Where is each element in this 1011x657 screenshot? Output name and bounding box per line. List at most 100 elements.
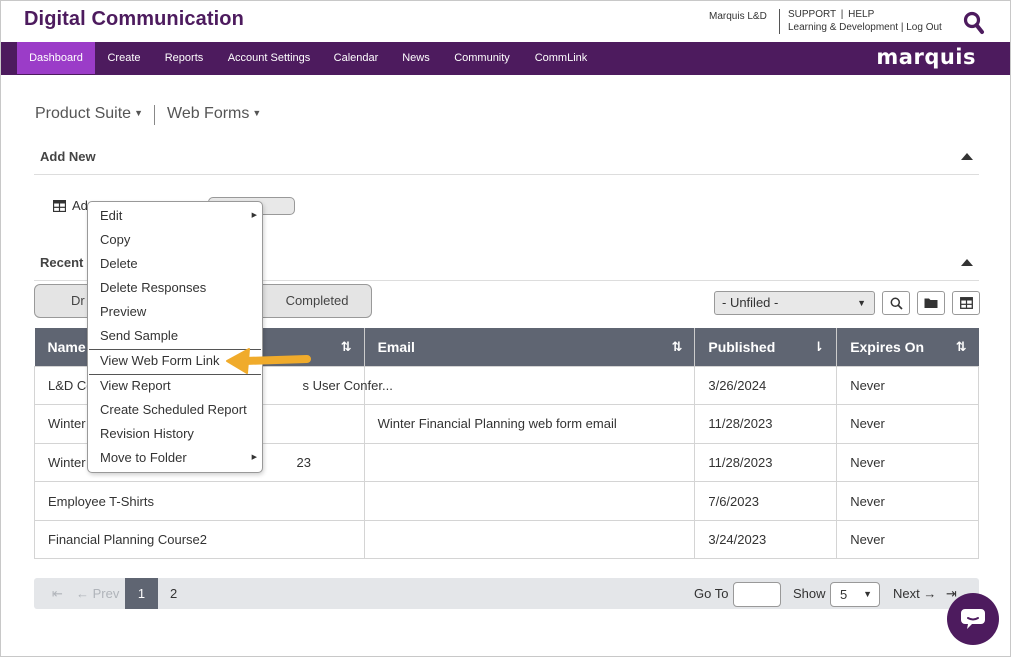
menu-item-view-report[interactable]: View Report — [88, 374, 262, 398]
sort-icon[interactable]: ⇅ — [341, 339, 352, 355]
brand-logo: marquis — [876, 45, 976, 69]
chat-button[interactable] — [947, 593, 999, 645]
sort-descending-icon[interactable]: ⇂ — [813, 339, 824, 355]
context-menu: Edit ▶ Copy Delete Delete Responses Previ… — [87, 201, 263, 473]
search-icon[interactable] — [963, 11, 985, 35]
sort-icon[interactable]: ⇅ — [671, 339, 682, 355]
nav-create[interactable]: Create — [99, 42, 149, 74]
submenu-arrow-icon: ▶ — [251, 212, 257, 219]
org-link[interactable]: Marquis L&D — [709, 11, 767, 22]
menu-item-delete-responses[interactable]: Delete Responses — [88, 276, 262, 300]
breadcrumb-divider — [154, 105, 155, 125]
product-suite-label: Product Suite — [35, 105, 132, 122]
folder-button[interactable] — [917, 291, 945, 315]
table-row[interactable]: Financial Planning Course2 3/24/2023 Nev… — [34, 519, 979, 560]
first-page-icon[interactable]: ⇤ — [52, 578, 63, 609]
menu-item-move-to-folder[interactable]: Move to Folder ▶ — [88, 446, 262, 470]
menu-item-delete[interactable]: Delete — [88, 252, 262, 276]
cell-published: 3/24/2023 — [694, 519, 838, 560]
nav-dashboard[interactable]: Dashboard — [17, 42, 95, 74]
menu-item-label: Edit — [100, 208, 123, 223]
app-title: Digital Communication — [24, 8, 244, 30]
collapse-up-icon[interactable] — [961, 259, 973, 266]
nav-calendar[interactable]: Calendar — [329, 42, 383, 74]
col-header-email[interactable]: Email ⇅ — [364, 328, 696, 366]
chat-bubble-icon — [961, 609, 985, 629]
menu-item-copy[interactable]: Copy — [88, 228, 262, 252]
search-button[interactable] — [882, 291, 910, 315]
folder-select-value: - Unfiled - — [722, 295, 779, 310]
menu-item-create-scheduled-report[interactable]: Create Scheduled Report — [88, 398, 262, 422]
recent-heading: Recent — [40, 255, 84, 270]
col-header-published[interactable]: Published ⇂ — [694, 328, 838, 366]
col-header-label: Published — [708, 338, 776, 355]
cell-name-text: Winter — [48, 416, 86, 432]
cell-name[interactable]: Financial Planning Course2 — [34, 519, 365, 560]
search-icon — [890, 297, 903, 310]
collapse-up-icon[interactable] — [961, 153, 973, 160]
tab-completed[interactable]: Completed — [262, 284, 372, 318]
menu-item-edit[interactable]: Edit ▶ — [88, 204, 262, 228]
support-link[interactable]: SUPPORT — [788, 9, 836, 20]
cell-name[interactable]: Employee T-Shirts — [34, 481, 365, 521]
web-forms-label: Web Forms — [167, 105, 250, 122]
prev-button[interactable]: ← Prev — [76, 578, 119, 609]
col-header-label: Expires On — [850, 338, 925, 355]
nav-commlink[interactable]: CommLink — [529, 42, 593, 74]
add-new-web-form-label[interactable]: Ad — [72, 198, 88, 213]
logout-link[interactable]: Log Out — [906, 22, 942, 33]
web-forms-dropdown[interactable]: Web Forms ▼ — [167, 105, 261, 123]
table-grid-icon — [52, 199, 67, 213]
goto-label: Go To — [694, 586, 729, 601]
add-new-heading: Add New — [40, 149, 96, 164]
cell-published: 11/28/2023 — [694, 442, 838, 483]
nav-news[interactable]: News — [397, 42, 435, 74]
nav-community[interactable]: Community — [449, 42, 515, 74]
cell-expires: Never — [836, 404, 979, 444]
goto-page-input[interactable] — [733, 582, 781, 607]
caret-down-icon: ▼ — [252, 108, 262, 118]
annotation-arrow-icon — [225, 347, 311, 377]
col-header-expires[interactable]: Expires On ⇅ — [836, 328, 979, 366]
menu-item-send-sample[interactable]: Send Sample — [88, 324, 262, 348]
table-row[interactable]: Employee T-Shirts 7/6/2023 Never — [34, 481, 979, 521]
top-header: Digital Communication Marquis L&D SUPPOR… — [1, 1, 1010, 42]
prev-label: Prev — [92, 586, 120, 601]
menu-item-revision-history[interactable]: Revision History — [88, 422, 262, 446]
page-size-value: 5 — [840, 587, 848, 602]
submenu-arrow-icon: ▶ — [251, 454, 257, 461]
main-nav: Dashboard Create Reports Account Setting… — [1, 42, 1010, 75]
dropdown-arrow-icon: ▼ — [863, 589, 872, 599]
cell-expires: Never — [836, 481, 979, 521]
page-1-button[interactable]: 1 — [125, 578, 158, 609]
cell-email — [363, 519, 696, 560]
menu-item-label: Move to Folder — [100, 450, 187, 465]
col-header-label: Email — [377, 338, 415, 355]
cell-name-text: Winter — [48, 454, 86, 470]
separator: | — [900, 22, 904, 33]
cell-email — [363, 481, 696, 521]
show-label: Show — [793, 586, 826, 601]
product-suite-dropdown[interactable]: Product Suite ▼ — [35, 105, 143, 123]
cell-email — [363, 442, 696, 483]
page-size-select[interactable]: 5 ▼ — [830, 582, 880, 607]
separator: | — [840, 9, 844, 20]
support-links: SUPPORT | HELP — [788, 9, 874, 20]
next-button[interactable]: Next → — [893, 578, 936, 609]
table-grid-icon — [959, 297, 973, 309]
page-2-button[interactable]: 2 — [170, 578, 177, 609]
menu-item-preview[interactable]: Preview — [88, 300, 262, 324]
nav-account-settings[interactable]: Account Settings — [223, 42, 315, 74]
cell-published: 11/28/2023 — [694, 404, 838, 444]
dropdown-arrow-icon: ▼ — [857, 298, 866, 308]
sort-icon[interactable]: ⇅ — [956, 339, 967, 355]
add-new-section-header[interactable]: Add New — [34, 141, 979, 175]
help-link[interactable]: HELP — [848, 9, 874, 20]
cell-published: 3/26/2024 — [694, 365, 838, 406]
cell-expires: Never — [836, 365, 979, 406]
cell-name-tail: 23 — [296, 454, 311, 470]
learning-link[interactable]: Learning & Development — [788, 22, 898, 33]
grid-view-button[interactable] — [952, 291, 980, 315]
folder-select[interactable]: - Unfiled - ▼ — [714, 291, 875, 315]
nav-reports[interactable]: Reports — [159, 42, 209, 74]
